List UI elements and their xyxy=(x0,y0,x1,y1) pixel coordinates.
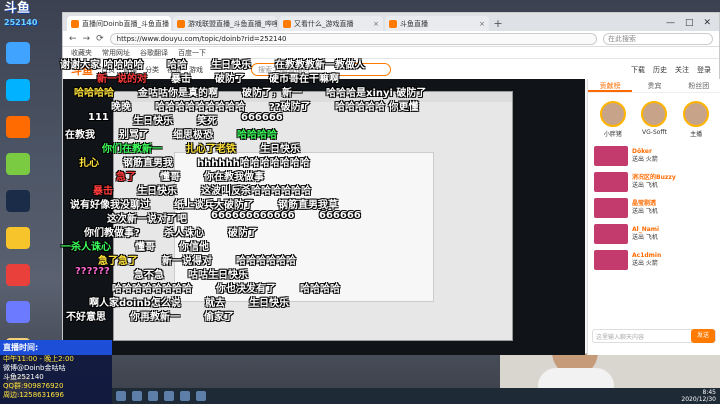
logo-text: 斗鱼 xyxy=(4,1,31,16)
tab-bar: 直播间Doinb直播_斗鱼直播× 游戏联盟直播_斗鱼直播_哔哩哔哩× 又看什么_… xyxy=(63,13,719,31)
close-window-button[interactable]: ✕ xyxy=(703,18,711,28)
nav-item[interactable]: 游戏 xyxy=(189,65,203,75)
favicon-icon xyxy=(283,19,291,28)
bookmark-item[interactable]: 谷歌翻译 xyxy=(140,48,168,57)
taskbar-app-icon[interactable] xyxy=(164,391,174,401)
gift-thumbnail xyxy=(594,198,628,218)
douyu-search-input[interactable]: 搜索主播/直播间 xyxy=(251,63,391,76)
browser-tab[interactable]: 又看什么_游戏直播 × xyxy=(279,16,383,31)
tab-contribution[interactable]: 贡献榜 xyxy=(588,79,633,92)
nested-content xyxy=(174,152,434,302)
app-icon[interactable] xyxy=(6,301,30,323)
app-icon[interactable] xyxy=(6,153,30,175)
taskbar-clock[interactable]: 8:45 2020/12/30 xyxy=(681,389,716,403)
browser-tab[interactable]: 游戏联盟直播_斗鱼直播_哔哩哔哩× xyxy=(173,16,277,31)
taskbar-app-icon[interactable] xyxy=(196,391,206,401)
maximize-button[interactable]: □ xyxy=(685,18,694,28)
browser-tab[interactable]: 直播间Doinb直播_斗鱼直播× xyxy=(67,16,171,31)
new-tab-button[interactable]: + xyxy=(491,17,505,31)
bookmark-item[interactable]: 收藏夹 xyxy=(71,48,92,57)
info-line: 周边:1258631696 xyxy=(3,391,64,399)
nav-item[interactable]: 首页 xyxy=(101,65,115,75)
window-controls: — □ ✕ xyxy=(666,18,719,31)
forward-icon[interactable]: → xyxy=(83,34,91,44)
avatar xyxy=(599,101,626,127)
douyu-header: 斗鱼 首页 直播 分类 视频 游戏 搜索主播/直播间 下载 历史 关注 登录 xyxy=(63,59,719,81)
right-sidebar: 贡献榜 贵宾 粉丝团 小胖猪 VG-Sofft 主播 Dőker 送出 火箭 消况… xyxy=(587,79,720,355)
bookmarks-bar: 收藏夹 常用网址 谷歌翻译 百度一下 xyxy=(63,47,719,59)
stream-info-box: 直播时间: 中午11:00 - 晚上2:00 微博@Doinb金咕咕 斗鱼252… xyxy=(0,340,112,404)
taskbar-app-icon[interactable] xyxy=(180,391,190,401)
logo-room-number: 252140 xyxy=(4,18,38,27)
gift-row: Dőker 送出 火箭 xyxy=(594,146,715,166)
info-line: 斗鱼252140 xyxy=(3,373,44,381)
close-icon[interactable]: × xyxy=(479,20,485,28)
login-link[interactable]: 登录 xyxy=(697,65,711,75)
back-icon[interactable]: ← xyxy=(69,34,77,44)
bookmark-item[interactable]: 百度一下 xyxy=(178,48,206,57)
info-line: QQ群:909876920 xyxy=(3,382,64,390)
url-input[interactable]: https://www.douyu.com/topic/doinb?rid=25… xyxy=(109,32,597,45)
contributor[interactable]: VG-Sofft xyxy=(639,101,669,138)
send-button[interactable]: 发送 xyxy=(691,329,715,343)
nav-item[interactable]: 视频 xyxy=(167,65,181,75)
stream-logo: 斗鱼 252140 xyxy=(4,2,46,36)
app-icon[interactable] xyxy=(6,190,30,212)
favicon-icon xyxy=(71,19,79,28)
nav-item[interactable]: 分类 xyxy=(145,65,159,75)
favicon-icon xyxy=(389,19,397,28)
video-player[interactable] xyxy=(63,79,585,355)
gift-row: 消况区的Buzzy 送出 飞机 xyxy=(594,172,715,192)
avatar xyxy=(683,101,710,127)
browser-window: 直播间Doinb直播_斗鱼直播× 游戏联盟直播_斗鱼直播_哔哩哔哩× 又看什么_… xyxy=(62,12,720,355)
tab-vip[interactable]: 贵宾 xyxy=(632,79,676,92)
avatar xyxy=(641,101,668,127)
browser-tab[interactable]: 斗鱼直播 × xyxy=(385,16,489,31)
follow-link[interactable]: 关注 xyxy=(675,65,689,75)
douyu-logo[interactable]: 斗鱼 xyxy=(71,62,93,78)
gift-row: Al_Nami 送出 飞机 xyxy=(594,224,715,244)
refresh-icon[interactable]: ⟳ xyxy=(96,34,104,44)
start-icon[interactable] xyxy=(116,391,126,401)
contributor[interactable]: 小胖猪 xyxy=(598,101,628,138)
history-link[interactable]: 历史 xyxy=(653,65,667,75)
contributor[interactable]: 主播 xyxy=(681,101,711,138)
nav-item[interactable]: 直播 xyxy=(123,65,137,75)
taskbar-app-icon[interactable] xyxy=(148,391,158,401)
app-icon[interactable] xyxy=(6,42,30,64)
gift-thumbnail xyxy=(594,224,628,244)
header-actions: 下载 历史 关注 登录 xyxy=(631,65,711,75)
app-icon[interactable] xyxy=(6,264,30,286)
nested-screen xyxy=(113,91,513,341)
nested-toolbar xyxy=(114,92,512,102)
info-line: 微博@Doinb金咕咕 xyxy=(3,364,66,372)
gift-thumbnail xyxy=(594,172,628,192)
gift-row: Ac1dmin 送出 火箭 xyxy=(594,250,715,270)
gift-list: Dőker 送出 火箭 消况区的Buzzy 送出 飞机 晶莹剔透 送出 飞机 Al_N… xyxy=(588,142,720,280)
info-line: 中午11:00 - 晚上2:00 xyxy=(3,355,74,363)
address-bar: ← → ⟳ https://www.douyu.com/topic/doinb?… xyxy=(63,31,719,47)
bookmark-item[interactable]: 常用网址 xyxy=(102,48,130,57)
favicon-icon xyxy=(177,19,185,28)
browser-search-input[interactable]: 在此搜索 xyxy=(603,32,713,45)
info-heading: 直播时间: xyxy=(0,340,112,355)
gift-row: 晶莹剔透 送出 飞机 xyxy=(594,198,715,218)
gift-thumbnail xyxy=(594,250,628,270)
taskbar-app-icon[interactable] xyxy=(132,391,142,401)
app-icon[interactable] xyxy=(6,116,30,138)
tab-fans[interactable]: 粉丝团 xyxy=(677,79,720,92)
sidebar-tabs: 贡献榜 贵宾 粉丝团 xyxy=(588,79,720,93)
minimize-button[interactable]: — xyxy=(666,18,675,28)
gift-thumbnail xyxy=(594,146,628,166)
taskbar: 8:45 2020/12/30 xyxy=(112,388,720,404)
app-icon[interactable] xyxy=(6,227,30,249)
download-link[interactable]: 下载 xyxy=(631,65,645,75)
close-icon[interactable]: × xyxy=(373,20,379,28)
top-contributors: 小胖猪 VG-Sofft 主播 xyxy=(588,93,720,142)
app-icon[interactable] xyxy=(6,79,30,101)
